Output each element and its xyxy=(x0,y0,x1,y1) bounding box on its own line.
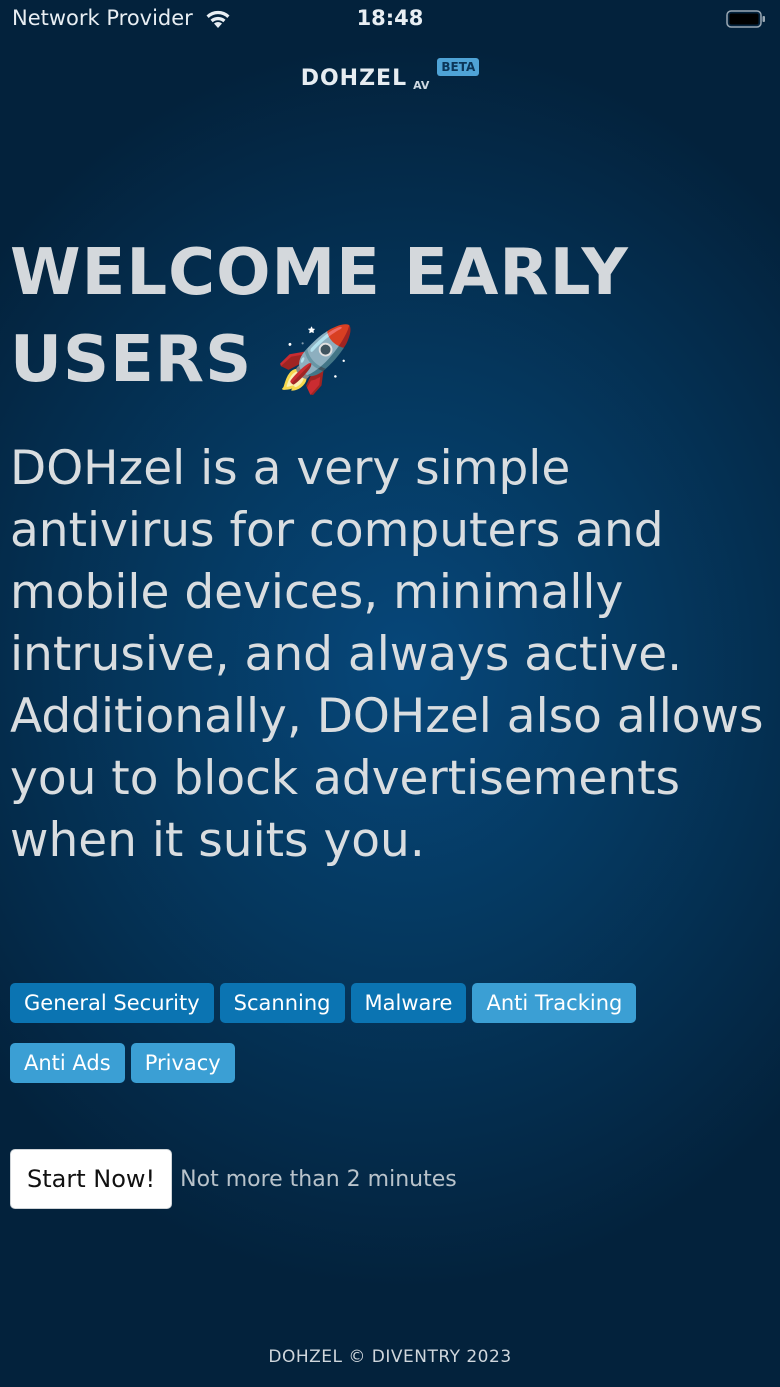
tag-anti-ads: Anti Ads xyxy=(10,1043,125,1083)
brand-logo[interactable]: DOHZEL AV BETA xyxy=(0,58,780,92)
tag-general-security: General Security xyxy=(10,983,214,1023)
status-bar: Network Provider 18:48 xyxy=(0,0,780,40)
battery-icon xyxy=(726,10,765,28)
brand-name: DOHZEL xyxy=(300,66,408,91)
tag-malware: Malware xyxy=(350,983,467,1023)
feature-tags: General Security Scanning Malware Anti T… xyxy=(10,983,730,1083)
hero-description: DOHzel is a very simple antivirus for co… xyxy=(10,441,764,868)
status-clock: 18:48 xyxy=(356,6,424,30)
page-title: WELCOME EARLY USERS 🚀 xyxy=(10,236,629,397)
tag-scanning: Scanning xyxy=(219,983,345,1023)
cta-row: Start Now! Not more than 2 minutes xyxy=(10,1149,457,1209)
tag-anti-tracking: Anti Tracking xyxy=(472,983,637,1023)
beta-badge: BETA xyxy=(437,58,480,76)
duration-note: Not more than 2 minutes xyxy=(180,1166,457,1192)
start-now-button[interactable]: Start Now! xyxy=(10,1149,173,1209)
footer-copyright: DOHZEL © DIVENTRY 2023 xyxy=(268,1347,512,1367)
brand-sub: AV xyxy=(413,79,430,92)
tag-privacy: Privacy xyxy=(130,1043,235,1083)
